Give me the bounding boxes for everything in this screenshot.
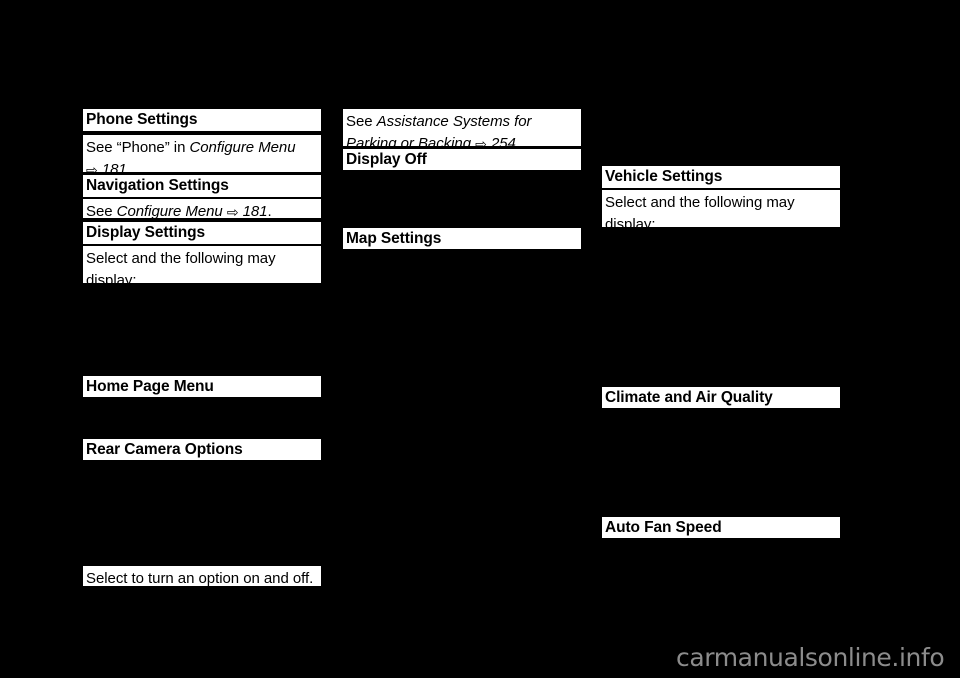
section-body-phone-settings: See “Phone” in Configure Menu⇨ 181. [83, 135, 321, 178]
body-italic-reference: Configure Menu [189, 139, 296, 156]
section-body-navigation-settings: See Configure Menu ⇨ 181. [83, 199, 321, 220]
section-body-parking-assistance-reference: See Assistance Systems for Parking or Ba… [343, 109, 581, 152]
section-heading-climate-and-air-quality: Climate and Air Quality [602, 387, 840, 408]
body-lead-text: See [346, 113, 377, 130]
section-heading-auto-fan-speed: Auto Fan Speed [602, 517, 840, 538]
section-body-rear-camera-options: Select to turn an option on and off. [83, 566, 321, 587]
section-heading-display-settings: Display Settings [83, 222, 321, 244]
section-heading-vehicle-settings: Vehicle Settings [602, 166, 840, 188]
page-reference: ⇨ 181 [223, 203, 268, 220]
body-italic-reference: Configure Menu [116, 203, 223, 220]
section-heading-rear-camera-options: Rear Camera Options [83, 439, 321, 460]
section-heading-phone-settings: Phone Settings [83, 109, 321, 131]
section-body-display-settings: Select and the following may display: [83, 246, 321, 289]
section-heading-display-off: Display Off [343, 149, 581, 170]
page-reference-arrow-icon: ⇨ [226, 204, 239, 220]
section-heading-map-settings: Map Settings [343, 228, 581, 249]
body-lead-text: See [86, 203, 117, 220]
site-watermark: carmanualsonline.info [676, 643, 945, 672]
section-heading-home-page-menu: Home Page Menu [83, 376, 321, 397]
body-lead-text: See “Phone” in [86, 139, 190, 156]
manual-page: Phone Settings See “Phone” in Configure … [0, 0, 960, 678]
page-reference-number: 181 [242, 203, 268, 220]
body-trail-text: . [267, 203, 272, 220]
section-heading-navigation-settings: Navigation Settings [83, 175, 321, 197]
section-body-vehicle-settings: Select and the following may display: [602, 190, 840, 233]
